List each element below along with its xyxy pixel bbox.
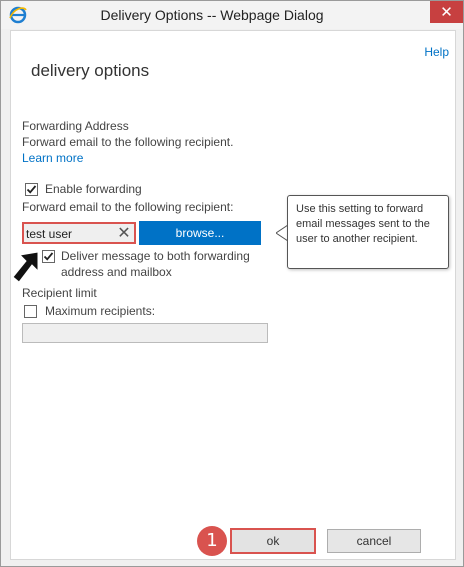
deliver-both-label-line1: Deliver message to both forwarding: [61, 249, 250, 263]
forwarding-tooltip: Use this setting to forward email messag…: [287, 195, 449, 269]
dialog-content: Help delivery options Forwarding Address…: [10, 30, 456, 560]
deliver-both-checkbox[interactable]: [42, 250, 55, 263]
enable-forwarding-label: Enable forwarding: [45, 182, 142, 196]
step-badge: 1: [197, 526, 227, 556]
max-recipients-checkbox[interactable]: [24, 305, 37, 318]
close-button[interactable]: ✕: [430, 1, 463, 23]
checkmark-icon: [43, 252, 54, 261]
recipient-prompt: Forward email to the following recipient…: [22, 200, 234, 214]
dialog-window: Delivery Options -- Webpage Dialog ✕ Hel…: [0, 0, 464, 567]
forward-recipient-field[interactable]: test user ✕: [22, 222, 136, 244]
recipient-limit-heading: Recipient limit: [22, 286, 97, 300]
enable-forwarding-checkbox[interactable]: [25, 183, 38, 196]
window-title: Delivery Options -- Webpage Dialog: [100, 7, 324, 23]
close-icon: ✕: [440, 3, 453, 21]
learn-more-link[interactable]: Learn more: [22, 151, 83, 165]
title-bar: Delivery Options -- Webpage Dialog ✕: [1, 1, 463, 29]
cancel-button[interactable]: cancel: [327, 529, 421, 553]
annotation-arrow-icon: [12, 251, 39, 283]
checkmark-icon: [26, 185, 37, 194]
browse-button[interactable]: browse...: [139, 221, 261, 245]
help-link[interactable]: Help: [424, 45, 449, 59]
forwarding-address-heading: Forwarding Address: [22, 119, 129, 133]
ok-button[interactable]: ok: [230, 528, 316, 554]
page-title: delivery options: [31, 61, 150, 80]
forward-recipient-value: test user: [26, 227, 73, 241]
clear-icon[interactable]: ✕: [114, 224, 134, 242]
max-recipients-input[interactable]: [22, 323, 268, 343]
forwarding-description: Forward email to the following recipient…: [22, 135, 234, 149]
deliver-both-label-line2: address and mailbox: [61, 265, 172, 279]
max-recipients-label: Maximum recipients:: [45, 304, 156, 318]
